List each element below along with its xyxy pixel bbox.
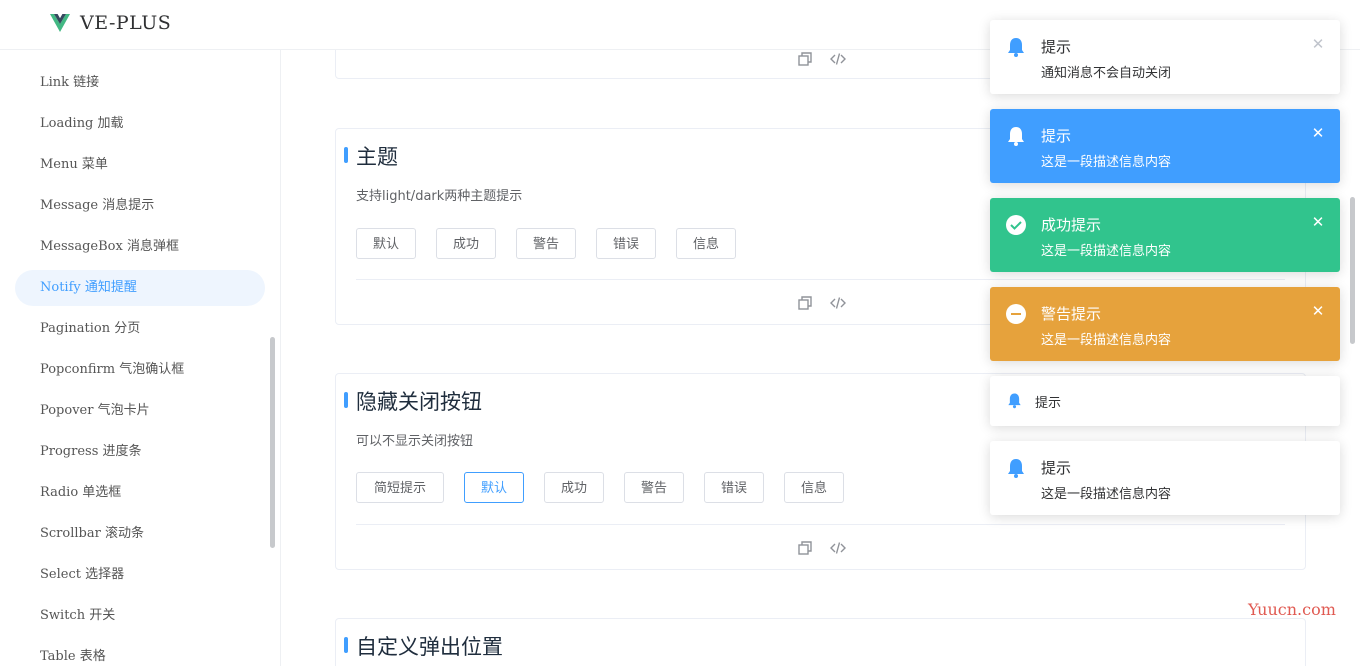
check-circle-icon bbox=[1006, 215, 1026, 235]
code-icon[interactable] bbox=[830, 51, 846, 67]
notification-no-close: 提示 这是一段描述信息内容 bbox=[990, 441, 1340, 515]
watermark-text: Yuucn.com bbox=[1248, 600, 1336, 619]
section-desc-hide-close: 可以不显示关闭按钮 bbox=[356, 434, 474, 449]
bell-icon bbox=[1008, 38, 1024, 57]
bell-icon bbox=[1008, 127, 1024, 146]
section-title-marker bbox=[344, 392, 348, 408]
sidebar-item-scrollbar[interactable]: Scrollbar 滚动条 bbox=[15, 516, 265, 552]
notification-info-dark: 提示 这是一段描述信息内容 ✕ bbox=[990, 109, 1340, 183]
close-icon[interactable]: ✕ bbox=[1311, 304, 1325, 319]
close-icon[interactable]: ✕ bbox=[1311, 37, 1325, 52]
section-title-theme: 主题 bbox=[356, 145, 398, 169]
notification-short: 提示 bbox=[990, 376, 1340, 426]
section-title-position: 自定义弹出位置 bbox=[356, 635, 503, 659]
hide-close-info-button[interactable]: 信息 bbox=[784, 472, 844, 503]
code-icon[interactable] bbox=[830, 295, 846, 311]
vue-logo-icon[interactable] bbox=[50, 13, 70, 33]
minus-circle-icon bbox=[1006, 304, 1026, 324]
demo-card-position: 自定义弹出位置 bbox=[335, 618, 1306, 666]
sidebar-item-loading[interactable]: Loading 加载 bbox=[15, 106, 265, 142]
notification-success-dark: 成功提示 这是一段描述信息内容 ✕ bbox=[990, 198, 1340, 272]
sidebar-item-messagebox[interactable]: MessageBox 消息弹框 bbox=[15, 229, 265, 265]
short-tip-button[interactable]: 简短提示 bbox=[356, 472, 444, 503]
sidebar-item-popover[interactable]: Popover 气泡卡片 bbox=[15, 393, 265, 429]
notification-title: 提示 bbox=[1041, 459, 1072, 477]
sidebar-item-select[interactable]: Select 选择器 bbox=[15, 557, 265, 593]
code-icon[interactable] bbox=[830, 540, 846, 556]
sidebar-item-progress[interactable]: Progress 进度条 bbox=[15, 434, 265, 470]
notification-message: 这是一段描述信息内容 bbox=[1041, 487, 1172, 502]
sidebar-item-notify[interactable]: Notify 通知提醒 bbox=[15, 270, 265, 306]
sidebar-item-message[interactable]: Message 消息提示 bbox=[15, 188, 265, 224]
bell-icon bbox=[1008, 459, 1024, 478]
sidebar-item-radio[interactable]: Radio 单选框 bbox=[15, 475, 265, 511]
notification-title: 提示 bbox=[1035, 396, 1062, 411]
notification-message: 这是一段描述信息内容 bbox=[1041, 333, 1172, 348]
notification-title: 成功提示 bbox=[1041, 216, 1102, 234]
notification-message: 通知消息不会自动关闭 bbox=[1041, 66, 1172, 81]
sidebar-item-popconfirm[interactable]: Popconfirm 气泡确认框 bbox=[15, 352, 265, 388]
sidebar-item-link[interactable]: Link 链接 bbox=[15, 65, 265, 101]
hide-close-warning-button[interactable]: 警告 bbox=[624, 472, 684, 503]
theme-info-button[interactable]: 信息 bbox=[676, 228, 736, 259]
section-desc-theme: 支持light/dark两种主题提示 bbox=[356, 189, 523, 204]
copy-icon[interactable] bbox=[797, 295, 813, 311]
hide-close-error-button[interactable]: 错误 bbox=[704, 472, 764, 503]
card-divider bbox=[356, 524, 1285, 525]
sidebar-item-table[interactable]: Table 表格 bbox=[15, 639, 265, 666]
bell-icon bbox=[1008, 393, 1021, 409]
notification-persistent: 提示 通知消息不会自动关闭 ✕ bbox=[990, 20, 1340, 94]
sidebar-item-switch[interactable]: Switch 开关 bbox=[15, 598, 265, 634]
copy-icon[interactable] bbox=[797, 51, 813, 67]
notification-title: 警告提示 bbox=[1041, 305, 1102, 323]
hide-close-success-button[interactable]: 成功 bbox=[544, 472, 604, 503]
section-title-marker bbox=[344, 147, 348, 163]
theme-default-button[interactable]: 默认 bbox=[356, 228, 416, 259]
brand-name[interactable]: VE-PLUS bbox=[80, 12, 171, 34]
copy-icon[interactable] bbox=[797, 540, 813, 556]
theme-warning-button[interactable]: 警告 bbox=[516, 228, 576, 259]
sidebar-item-pagination[interactable]: Pagination 分页 bbox=[15, 311, 265, 347]
section-title-marker bbox=[344, 637, 348, 653]
sidebar-scrollbar[interactable] bbox=[270, 337, 275, 548]
notification-message: 这是一段描述信息内容 bbox=[1041, 244, 1172, 259]
card-divider bbox=[356, 279, 1285, 280]
theme-error-button[interactable]: 错误 bbox=[596, 228, 656, 259]
theme-success-button[interactable]: 成功 bbox=[436, 228, 496, 259]
section-title-hide-close: 隐藏关闭按钮 bbox=[356, 390, 482, 414]
close-icon[interactable]: ✕ bbox=[1311, 215, 1325, 230]
content-scrollbar[interactable] bbox=[1350, 197, 1355, 344]
hide-close-default-button[interactable]: 默认 bbox=[464, 472, 524, 503]
sidebar-nav: Link 链接 Loading 加载 Menu 菜单 Message 消息提示 … bbox=[0, 50, 281, 666]
sidebar-item-menu[interactable]: Menu 菜单 bbox=[15, 147, 265, 183]
notification-message: 这是一段描述信息内容 bbox=[1041, 155, 1172, 170]
close-icon[interactable]: ✕ bbox=[1311, 126, 1325, 141]
notification-warning-dark: 警告提示 这是一段描述信息内容 ✕ bbox=[990, 287, 1340, 361]
notification-title: 提示 bbox=[1041, 38, 1072, 56]
notification-title: 提示 bbox=[1041, 127, 1072, 145]
